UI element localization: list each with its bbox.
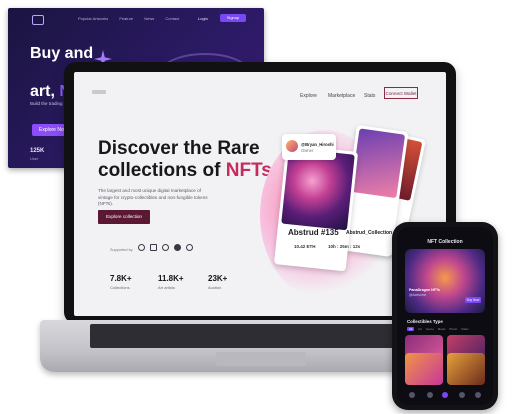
owner-name: @Bryan_Hiroshi xyxy=(301,142,334,147)
back-stat-value: 125K xyxy=(30,148,45,154)
supported-by-label: Supported by xyxy=(110,248,133,252)
tab-all[interactable]: All xyxy=(407,327,415,331)
hero-title-line: Discover the Rare xyxy=(98,138,260,159)
partner-logo-icon xyxy=(162,244,169,251)
heart-icon[interactable] xyxy=(459,392,465,398)
tab-video[interactable]: Video xyxy=(461,327,469,331)
collectible-tile[interactable] xyxy=(405,353,443,385)
hero-title-accent: NFTs xyxy=(225,160,272,181)
explore-collection-button[interactable]: Explore collection xyxy=(98,210,150,224)
collectibles-type-title: Collectibles Type xyxy=(407,319,443,324)
laptop-trackpad xyxy=(216,352,306,366)
secondary-nft-title: Abstrud_Collection xyxy=(346,230,393,236)
collectible-tile[interactable] xyxy=(447,353,485,385)
back-nav-links: Popular Artworks Feature News Contact xyxy=(78,16,189,21)
back-logo-icon xyxy=(32,15,44,25)
hero-description: The largest and most unique digital mark… xyxy=(98,188,208,206)
partner-logo-icon xyxy=(186,244,193,251)
nav-stats[interactable]: Stats xyxy=(364,93,375,99)
search-icon[interactable] xyxy=(427,392,433,398)
back-headline-part: art, xyxy=(30,83,60,100)
back-stat-label: User xyxy=(30,156,39,161)
back-login-link[interactable]: Login xyxy=(198,16,208,21)
hero-title-part: collections of xyxy=(98,160,226,181)
avatar xyxy=(286,140,298,152)
stat-value: 23K+ xyxy=(208,274,228,283)
phone-hero-creator: @Awesome xyxy=(409,293,427,297)
featured-nft-price: 10.42 ETH xyxy=(294,244,316,249)
partner-logo-icon xyxy=(150,244,157,251)
laptop-keyboard xyxy=(90,324,430,348)
back-nav-link[interactable]: Feature xyxy=(119,16,133,21)
nav-marketplace[interactable]: Marketplace xyxy=(328,93,355,99)
stat-value: 11.8K+ xyxy=(158,274,184,283)
nav-explore[interactable]: Explore xyxy=(300,93,317,99)
nft-artwork xyxy=(281,147,355,231)
back-nav-link[interactable]: News xyxy=(144,16,154,21)
collectibles-tabs: All Art Game Music Photo Video xyxy=(407,327,472,331)
tab-art[interactable]: Art xyxy=(418,327,422,331)
phone-bottom-nav xyxy=(407,391,483,399)
nft-card-featured[interactable] xyxy=(273,144,359,272)
owner-card[interactable]: @Bryan_Hiroshi Owner xyxy=(282,134,336,160)
profile-icon[interactable] xyxy=(475,392,481,398)
stat-value: 7.8K+ xyxy=(110,274,132,283)
back-nav-link[interactable]: Popular Artworks xyxy=(78,16,108,21)
phone-screen: NFT Collection PanaDragon NFTs @Awesome … xyxy=(397,227,493,405)
stat-label: Collections xyxy=(110,285,130,290)
phone-hero-artwork[interactable] xyxy=(405,249,485,313)
home-icon[interactable] xyxy=(409,392,415,398)
featured-nft-title: Abstrud #135 xyxy=(288,228,339,237)
connect-wallet-button[interactable]: Connect Wallet xyxy=(384,87,418,99)
laptop-screen: Explore Marketplace Stats Connect Wallet… xyxy=(74,72,446,316)
partner-logo-icon xyxy=(174,244,181,251)
back-nav-link[interactable]: Contact xyxy=(165,16,179,21)
add-icon[interactable] xyxy=(442,392,448,398)
site-logo xyxy=(92,90,106,94)
owner-role: Owner xyxy=(301,148,314,153)
featured-nft-time: 10h : 25m : 12s xyxy=(328,244,361,249)
phone-header-title: NFT Collection xyxy=(427,239,463,245)
partner-logo-icon xyxy=(138,244,145,251)
tab-photo[interactable]: Photo xyxy=(449,327,457,331)
stat-label: Auction xyxy=(208,285,222,290)
nft-artwork xyxy=(350,128,406,199)
tab-music[interactable]: Music xyxy=(438,327,446,331)
back-signup-button[interactable]: Signup xyxy=(220,14,246,22)
phone-buy-button[interactable]: Buy Now xyxy=(465,297,481,303)
phone-hero-name: PanaDragon NFTs xyxy=(409,288,440,292)
tab-game[interactable]: Game xyxy=(426,327,434,331)
stat-label: Art artists xyxy=(158,285,175,290)
